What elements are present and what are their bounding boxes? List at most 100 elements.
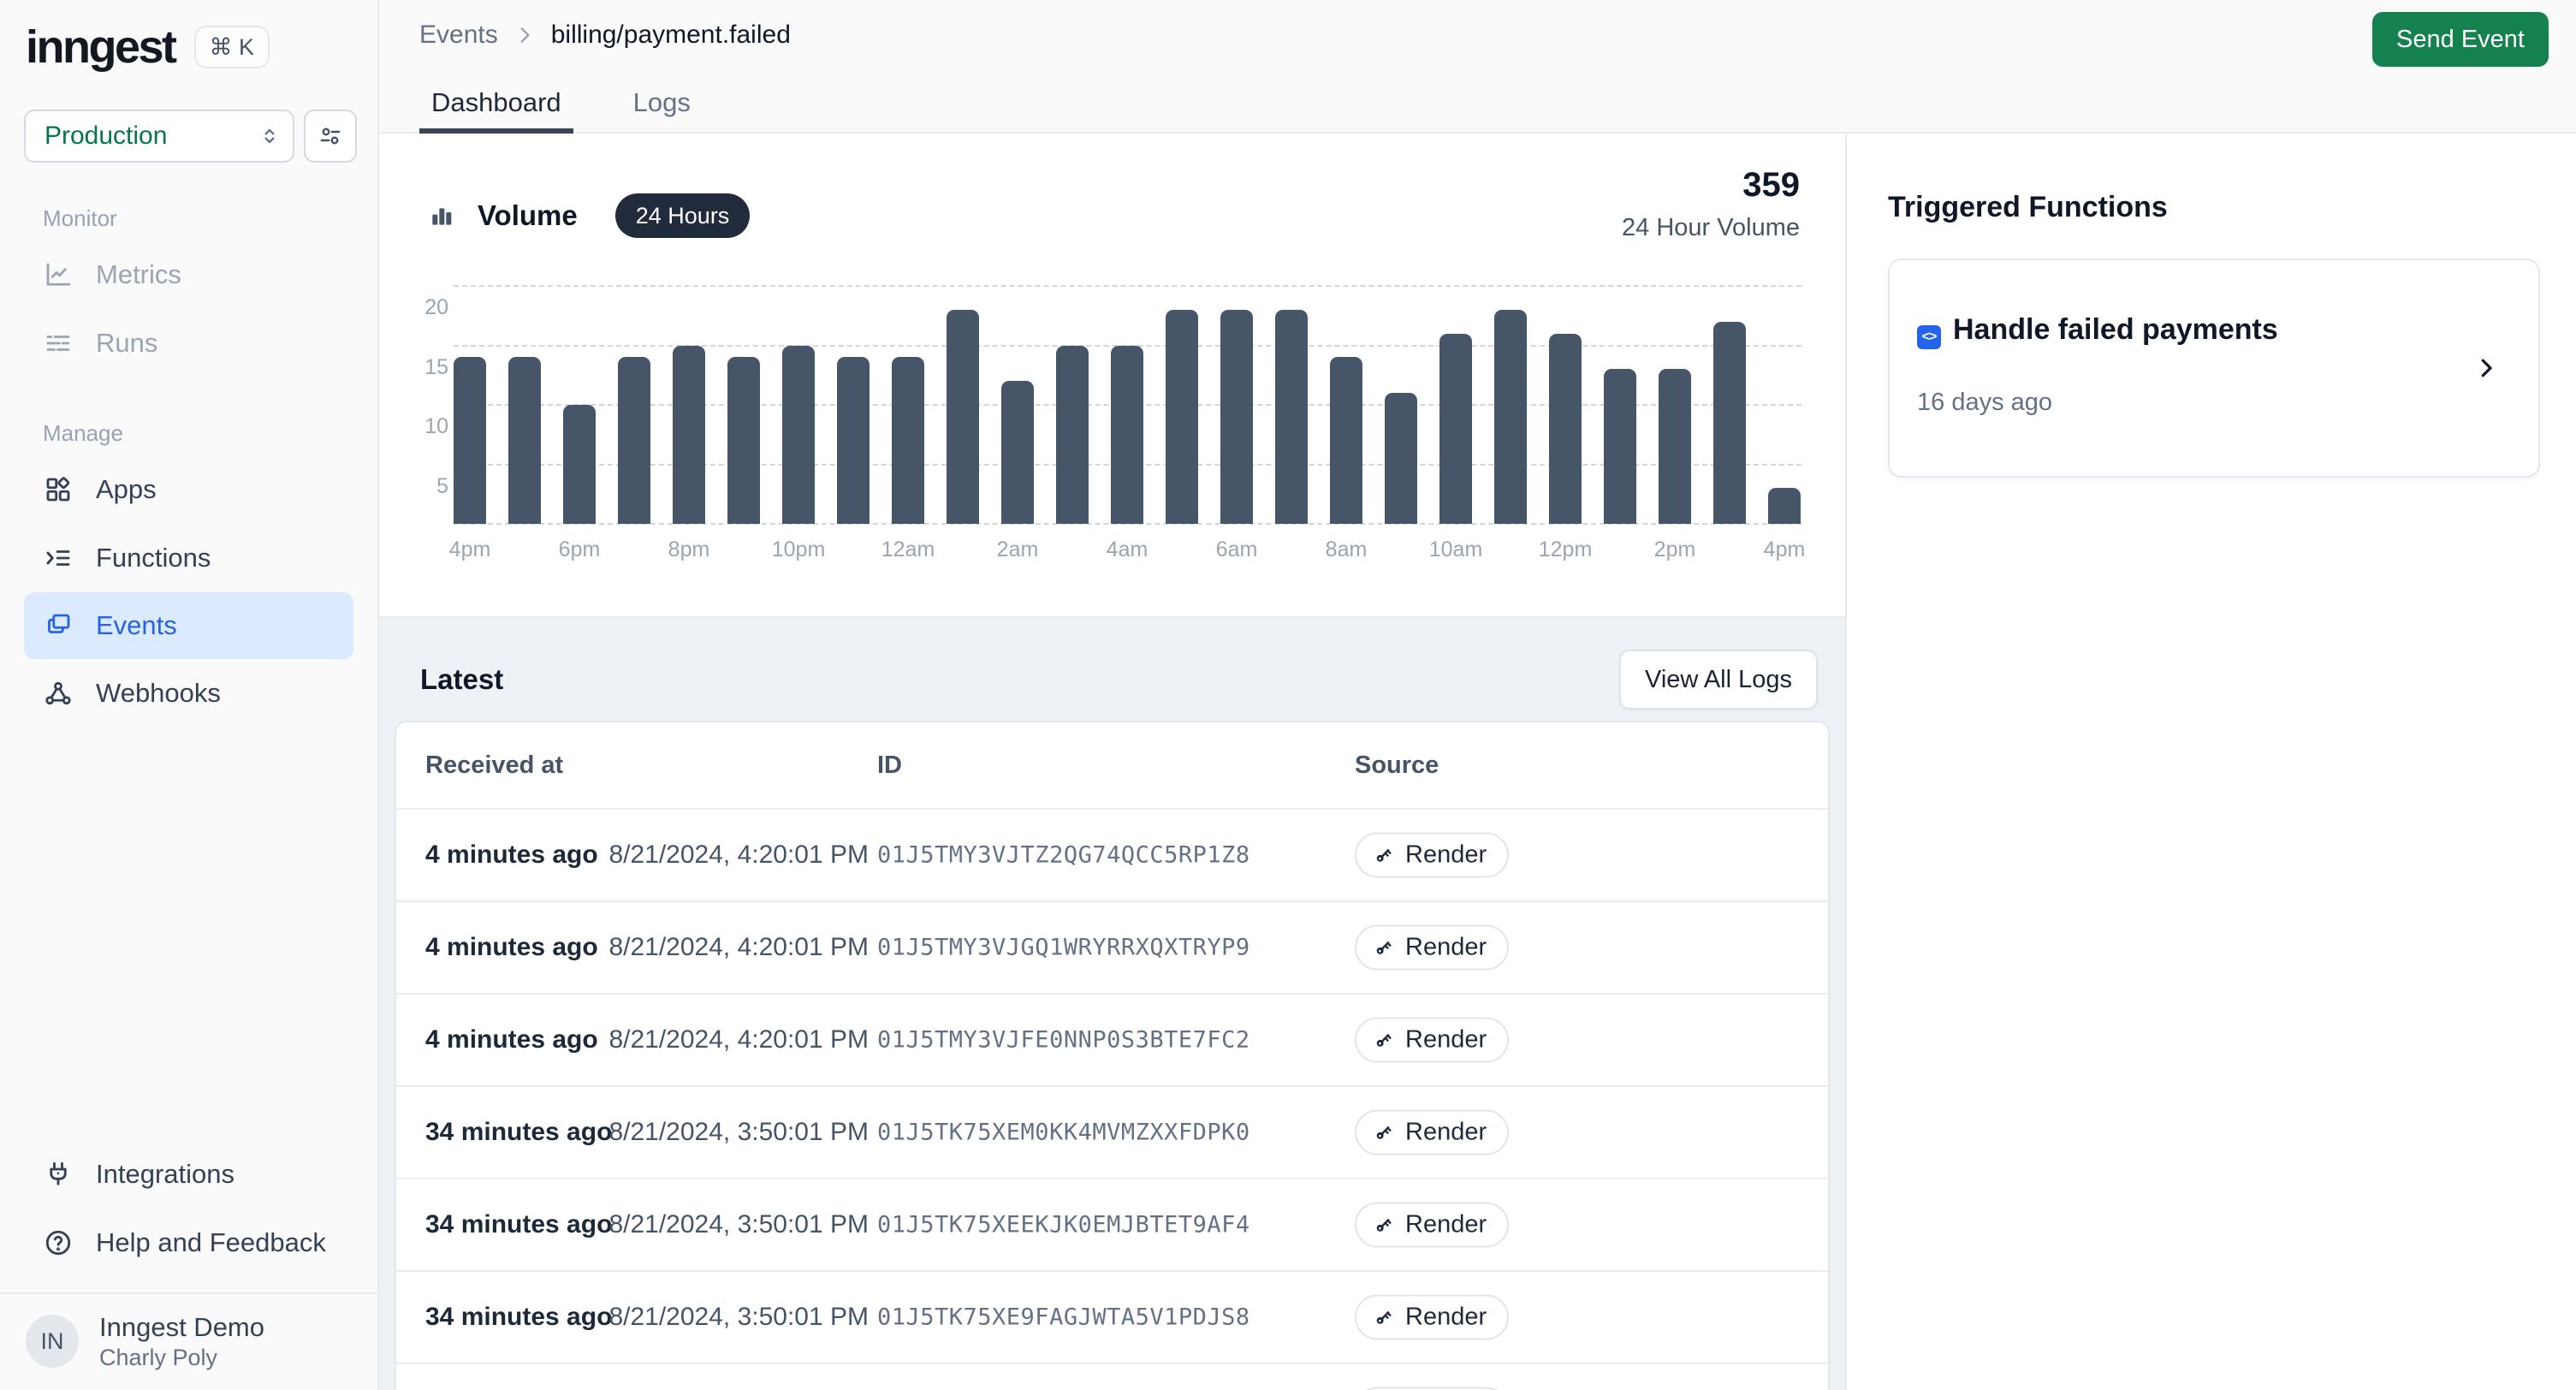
logo-row: inngest ⌘ K: [0, 0, 377, 72]
chevron-up-down-icon: [258, 125, 281, 147]
chart-bar[interactable]: [454, 357, 486, 524]
sidebar-item-functions[interactable]: Functions: [0, 524, 377, 592]
sidebar-item-apps[interactable]: Apps: [0, 455, 377, 524]
chart-x-tick-label: 12pm: [1539, 538, 1593, 562]
source-label: Render: [1405, 1119, 1487, 1147]
chart-bar[interactable]: [727, 357, 760, 524]
chart-bar[interactable]: [892, 357, 924, 524]
latest-title: Latest: [420, 663, 503, 696]
event-id: 01J5TMY3VJGQ1WRYRRXQXTRYP9: [877, 935, 1250, 961]
tab-logs[interactable]: Logs: [621, 87, 703, 134]
chart-bar[interactable]: [1494, 310, 1527, 524]
source-badge[interactable]: Render: [1355, 1110, 1509, 1155]
function-card[interactable]: <> Handle failed payments 16 days ago: [1888, 258, 2540, 478]
sidebar-item-metrics[interactable]: Metrics: [0, 241, 377, 309]
events-table: Received at ID Source 4 minutes ago 8/21…: [395, 721, 1830, 1390]
table-row[interactable]: 34 minutes ago 8/21/2024, 3:50:01 PM 01J…: [396, 1178, 1828, 1270]
sidebar-item-runs[interactable]: Runs: [0, 309, 377, 377]
volume-chart: 4pm6pm8pm10pm12am2am4am6am8am10am12pm2pm…: [454, 286, 1801, 524]
chart-bar[interactable]: [1385, 393, 1417, 524]
chart-x-tick-label: 2pm: [1654, 538, 1696, 562]
chart-bar[interactable]: [618, 357, 650, 524]
chart-bar[interactable]: [1001, 381, 1034, 524]
bar-chart-icon: [428, 202, 455, 229]
chart-bar[interactable]: [947, 310, 979, 524]
received-timestamp: 8/21/2024, 4:20:01 PM: [585, 841, 869, 870]
view-all-logs-button[interactable]: View All Logs: [1619, 650, 1818, 710]
chart-bar[interactable]: [1220, 310, 1253, 524]
chart-bar[interactable]: [508, 357, 541, 524]
received-timestamp: 8/21/2024, 3:50:01 PM: [585, 1118, 869, 1147]
send-event-button[interactable]: Send Event: [2372, 12, 2549, 67]
webhooks-icon: [43, 678, 74, 709]
chart-x-tick-label: 10am: [1429, 538, 1483, 562]
chart-bar[interactable]: [782, 346, 815, 525]
tab-dashboard[interactable]: Dashboard: [419, 87, 573, 134]
chart-x-tick-label: 4pm: [1764, 538, 1806, 562]
sidebar-item-label: Runs: [96, 328, 157, 359]
table-row[interactable]: 4 minutes ago 8/21/2024, 4:20:01 PM 01J5…: [396, 900, 1828, 993]
sidebar-item-help-and-feedback[interactable]: Help and Feedback: [0, 1209, 377, 1277]
breadcrumb-events-link[interactable]: Events: [419, 21, 498, 50]
chart-bar[interactable]: [673, 346, 705, 525]
table-row[interactable]: 4 minutes ago 8/21/2024, 4:20:01 PM 01J5…: [396, 993, 1828, 1085]
chart-bar[interactable]: [837, 357, 870, 524]
sidebar-item-label: Metrics: [96, 259, 181, 290]
event-id: 01J5TMY3VJTZ2QG74QCC5RP1Z8: [877, 842, 1250, 869]
sidebar-item-integrations[interactable]: Integrations: [0, 1140, 377, 1209]
received-timestamp: 8/21/2024, 3:50:01 PM: [585, 1303, 869, 1332]
received-timestamp: 8/21/2024, 4:20:01 PM: [585, 1025, 869, 1054]
sidebar-item-webhooks[interactable]: Webhooks: [0, 659, 377, 728]
chart-bar[interactable]: [1768, 488, 1801, 524]
user-menu[interactable]: IN Inngest Demo Charly Poly: [0, 1294, 377, 1390]
chart-bar[interactable]: [1604, 369, 1636, 524]
environment-settings-button[interactable]: [304, 110, 357, 163]
received-timestamp: 8/21/2024, 3:50:01 PM: [585, 1210, 869, 1239]
page-header: Events billing/payment.failed Send Event…: [379, 0, 2576, 134]
sidebar: inngest ⌘ K Production Monitor Metrics R…: [0, 0, 379, 1390]
command-k-shortcut[interactable]: ⌘ K: [194, 26, 270, 68]
chart-bar[interactable]: [563, 405, 596, 524]
chart-bar[interactable]: [1713, 322, 1746, 524]
source-label: Render: [1405, 1026, 1487, 1054]
chart-x-tick-label: 6pm: [559, 538, 601, 562]
chart-bar[interactable]: [1275, 310, 1308, 524]
table-row[interactable]: 4 minutes ago 8/21/2024, 4:20:01 PM 01J5…: [396, 810, 1828, 900]
table-row[interactable]: 44 minutes ago 8/21/2024, 3:40:01 PM 01J…: [396, 1363, 1828, 1390]
help-icon: [43, 1227, 74, 1258]
source-badge[interactable]: Render: [1355, 833, 1509, 878]
table-row[interactable]: 34 minutes ago 8/21/2024, 3:50:01 PM 01J…: [396, 1270, 1828, 1363]
volume-total-label: 24 Hour Volume: [1622, 214, 1800, 242]
sidebar-footer: Integrations Help and Feedback IN Innges…: [0, 1140, 377, 1390]
chart-bar[interactable]: [1166, 310, 1198, 524]
chart-x-tick-label: 8pm: [668, 538, 710, 562]
environment-row: Production: [24, 110, 377, 163]
user-name: Charly Poly: [99, 1344, 264, 1371]
chart-bar[interactable]: [1330, 357, 1362, 524]
user-org: Inngest Demo: [99, 1311, 264, 1344]
environment-selector[interactable]: Production: [24, 110, 294, 163]
source-badge[interactable]: Render: [1355, 1018, 1509, 1063]
event-id: 01J5TK75XEEKJK0EMJBTET9AF4: [877, 1212, 1250, 1239]
key-icon: [1372, 844, 1395, 867]
source-badge[interactable]: Render: [1355, 1295, 1509, 1340]
received-relative: 4 minutes ago: [425, 1025, 598, 1054]
source-badge[interactable]: Render: [1355, 1203, 1509, 1248]
table-row[interactable]: 34 minutes ago 8/21/2024, 3:50:01 PM 01J…: [396, 1085, 1828, 1178]
chart-bar[interactable]: [1056, 346, 1089, 525]
time-range-badge[interactable]: 24 Hours: [615, 193, 751, 238]
chart-bar[interactable]: [1111, 346, 1143, 525]
chart-gridline: [454, 285, 1801, 287]
chart-bar[interactable]: [1549, 334, 1582, 524]
source-badge[interactable]: Render: [1355, 1387, 1509, 1390]
sidebar-item-events[interactable]: Events: [24, 592, 353, 659]
volume-title: Volume: [478, 199, 578, 232]
chart-x-tick-label: 8am: [1326, 538, 1368, 562]
triggered-functions-title: Triggered Functions: [1888, 190, 2576, 224]
column-received-at: Received at: [425, 751, 563, 780]
chart-bar[interactable]: [1439, 334, 1472, 524]
plug-icon: [43, 1159, 74, 1190]
source-label: Render: [1405, 934, 1487, 962]
source-badge[interactable]: Render: [1355, 925, 1509, 971]
chart-bar[interactable]: [1659, 369, 1691, 524]
